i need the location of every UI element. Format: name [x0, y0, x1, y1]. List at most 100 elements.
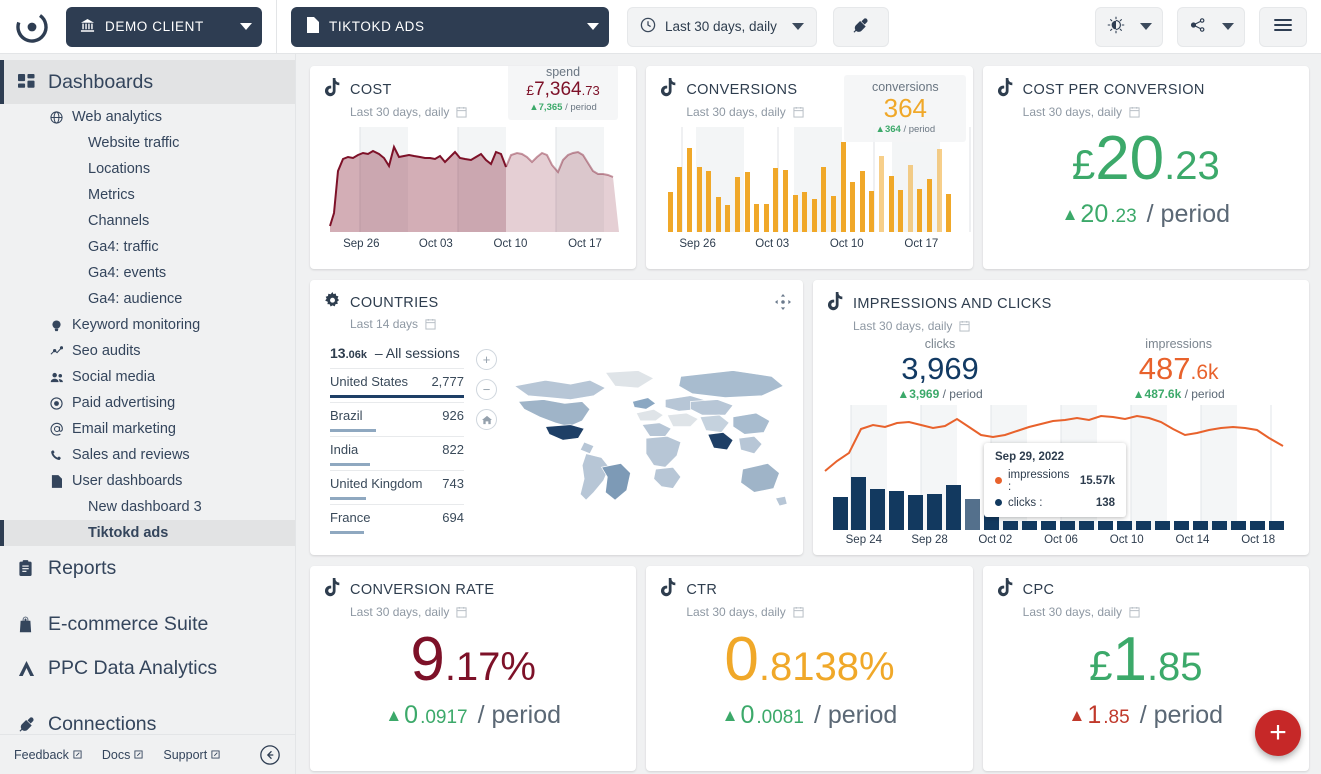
map-zoom-in-button[interactable]: +	[476, 349, 497, 370]
plus-icon: +	[1269, 716, 1287, 750]
table-row[interactable]: Brazil926	[330, 402, 464, 432]
sidebar-item-web-analytics[interactable]: Web analytics	[0, 104, 295, 130]
impclicks-tooltip: Sep 29, 2022 impressions : 15.57k clicks…	[984, 443, 1126, 517]
impclicks-tick: Oct 10	[1094, 534, 1160, 546]
sidebar-item-label: Web analytics	[72, 109, 162, 125]
country-bar	[330, 429, 376, 432]
plug-icon	[852, 17, 869, 37]
sidebar-item-seo-audits[interactable]: Seo audits	[0, 338, 295, 364]
sidebar-item-email-marketing[interactable]: Email marketing	[0, 416, 295, 442]
sidebar-item-connections[interactable]: Connections	[0, 702, 295, 734]
tiktok-icon	[324, 78, 341, 102]
calendar-icon	[793, 606, 804, 618]
card-cr-title: CONVERSION RATE	[350, 582, 494, 598]
sidebar-item-ga4-audience[interactable]: Ga4: audience	[0, 286, 295, 312]
toolbar-right-group	[1095, 7, 1307, 47]
sidebar-item-ga4-traffic[interactable]: Ga4: traffic	[0, 234, 295, 260]
feedback-label: Feedback	[14, 748, 69, 762]
bank-icon	[80, 18, 95, 36]
card-cost-subtitle: Last 30 days, daily	[350, 105, 622, 119]
sidebar-item-metrics[interactable]: Metrics	[0, 182, 295, 208]
card-cpc-subtitle: Last 30 days, daily	[1023, 605, 1295, 619]
table-row[interactable]: India 822	[330, 436, 464, 466]
map-zoom-out-label: −	[483, 382, 491, 397]
sidebar-item-sales-and-reviews[interactable]: Sales and reviews	[0, 442, 295, 468]
impclicks-chart: Sep 29, 2022 impressions : 15.57k clicks…	[813, 405, 1309, 530]
cpc-value: £1.85	[1089, 629, 1202, 691]
countries-total: 13.06k – All sessions	[330, 345, 464, 361]
sidebar-item-social-media[interactable]: Social media	[0, 364, 295, 390]
countries-total-int: 13	[330, 345, 346, 361]
table-row[interactable]: United States2,777	[330, 368, 464, 398]
cpc-delta-per: / period	[1140, 701, 1223, 730]
sidebar-item-ppc-data-analytics[interactable]: PPC Data Analytics	[0, 646, 295, 690]
sidebar-item-website-traffic[interactable]: Website traffic	[0, 130, 295, 156]
report-selector[interactable]: TIKTOKD ADS	[291, 7, 609, 47]
tooltip-series-name: impressions :	[1008, 469, 1074, 493]
sidebar-item-label: Sales and reviews	[72, 447, 190, 463]
sidebar-item-tiktokd-ads[interactable]: Tiktokd ads	[0, 520, 295, 546]
card-conversions-title: CONVERSIONS	[686, 82, 797, 98]
sidebar-item-ecommerce-suite[interactable]: E-commerce Suite	[0, 602, 295, 646]
map-zoom-out-button[interactable]: −	[476, 379, 497, 400]
gear-icon	[324, 292, 341, 314]
cost-tick: Sep 26	[324, 238, 399, 250]
impclicks-axis: Sep 24 Sep 28 Oct 02 Oct 06 Oct 10 Oct 1…	[813, 534, 1309, 546]
connections-button[interactable]	[833, 7, 889, 47]
country-value: 822	[442, 442, 464, 457]
country-name: India	[330, 442, 358, 457]
impressions-value: 487.6k	[1133, 351, 1225, 387]
sidebar-item-label: Ga4: events	[88, 265, 166, 281]
conversions-tick: Oct 17	[884, 238, 959, 250]
country-bar	[330, 497, 366, 500]
support-link[interactable]: Support	[163, 748, 220, 762]
home-icon	[482, 415, 492, 425]
sidebar-item-ga4-events[interactable]: Ga4: events	[0, 260, 295, 286]
at-icon	[48, 422, 65, 436]
countries-total-label: – All sessions	[375, 345, 460, 361]
seo-graph-icon	[48, 345, 65, 358]
cpconv-delta-tri: ▲	[1062, 205, 1079, 225]
theme-toggle-button[interactable]	[1095, 7, 1163, 47]
table-row[interactable]: United Kingdom743	[330, 470, 464, 500]
sidebar-item-dashboards[interactable]: Dashboards	[0, 60, 295, 104]
sidebar-item-label: Dashboards	[48, 71, 153, 94]
country-name: United Kingdom	[330, 476, 423, 491]
sidebar-item-paid-advertising[interactable]: Paid advertising	[0, 390, 295, 416]
sidebar-collapse-button[interactable]	[259, 744, 281, 766]
card-cost: COST Last 30 days, daily	[310, 66, 636, 269]
tooltip-row: impressions : 15.57k	[995, 469, 1115, 493]
share-button[interactable]	[1177, 7, 1245, 47]
sidebar-item-label: Keyword monitoring	[72, 317, 200, 333]
world-map[interactable]	[501, 345, 791, 550]
card-ctr-header: CTR Last 30 days, daily	[646, 566, 972, 619]
sidebar-gap	[0, 590, 295, 602]
add-widget-fab[interactable]: +	[1255, 710, 1301, 756]
dashboard-main: COST Last 30 days, daily	[296, 54, 1321, 774]
feedback-link[interactable]: Feedback	[14, 748, 82, 762]
ctr-int: 0	[724, 629, 758, 691]
target-icon	[48, 397, 65, 410]
sidebar-item-new-dashboard-3[interactable]: New dashboard 3	[0, 494, 295, 520]
client-selector[interactable]: DEMO CLIENT	[66, 7, 262, 47]
sidebar-item-channels[interactable]: Channels	[0, 208, 295, 234]
countries-move-handle[interactable]	[775, 294, 791, 315]
conversions-axis: Sep 26 Oct 03 Oct 10 Oct 17	[646, 238, 972, 250]
cpc-delta-dec: .85	[1103, 707, 1129, 729]
table-row[interactable]: France694	[330, 504, 464, 534]
docs-link[interactable]: Docs	[102, 748, 143, 762]
card-countries-subtitle-text: Last 14 days	[350, 317, 418, 331]
cpc-int: 1	[1112, 629, 1146, 691]
sidebar-item-keyword-monitoring[interactable]: Keyword monitoring	[0, 312, 295, 338]
app-logo-icon[interactable]	[10, 5, 54, 49]
sidebar-item-locations[interactable]: Locations	[0, 156, 295, 182]
clicks-dot-icon	[995, 499, 1002, 506]
sidebar-nav: Dashboards Web analytics Website traffic…	[0, 54, 295, 734]
impressions-delta-per: / period	[1185, 387, 1225, 401]
main-menu-button[interactable]	[1259, 7, 1307, 47]
map-home-button[interactable]	[476, 409, 497, 430]
sidebar-item-reports[interactable]: Reports	[0, 546, 295, 590]
impressions-delta-tri: ▲	[1133, 387, 1145, 401]
date-range-selector[interactable]: Last 30 days, daily	[627, 7, 817, 47]
sidebar-item-user-dashboards[interactable]: User dashboards	[0, 468, 295, 494]
